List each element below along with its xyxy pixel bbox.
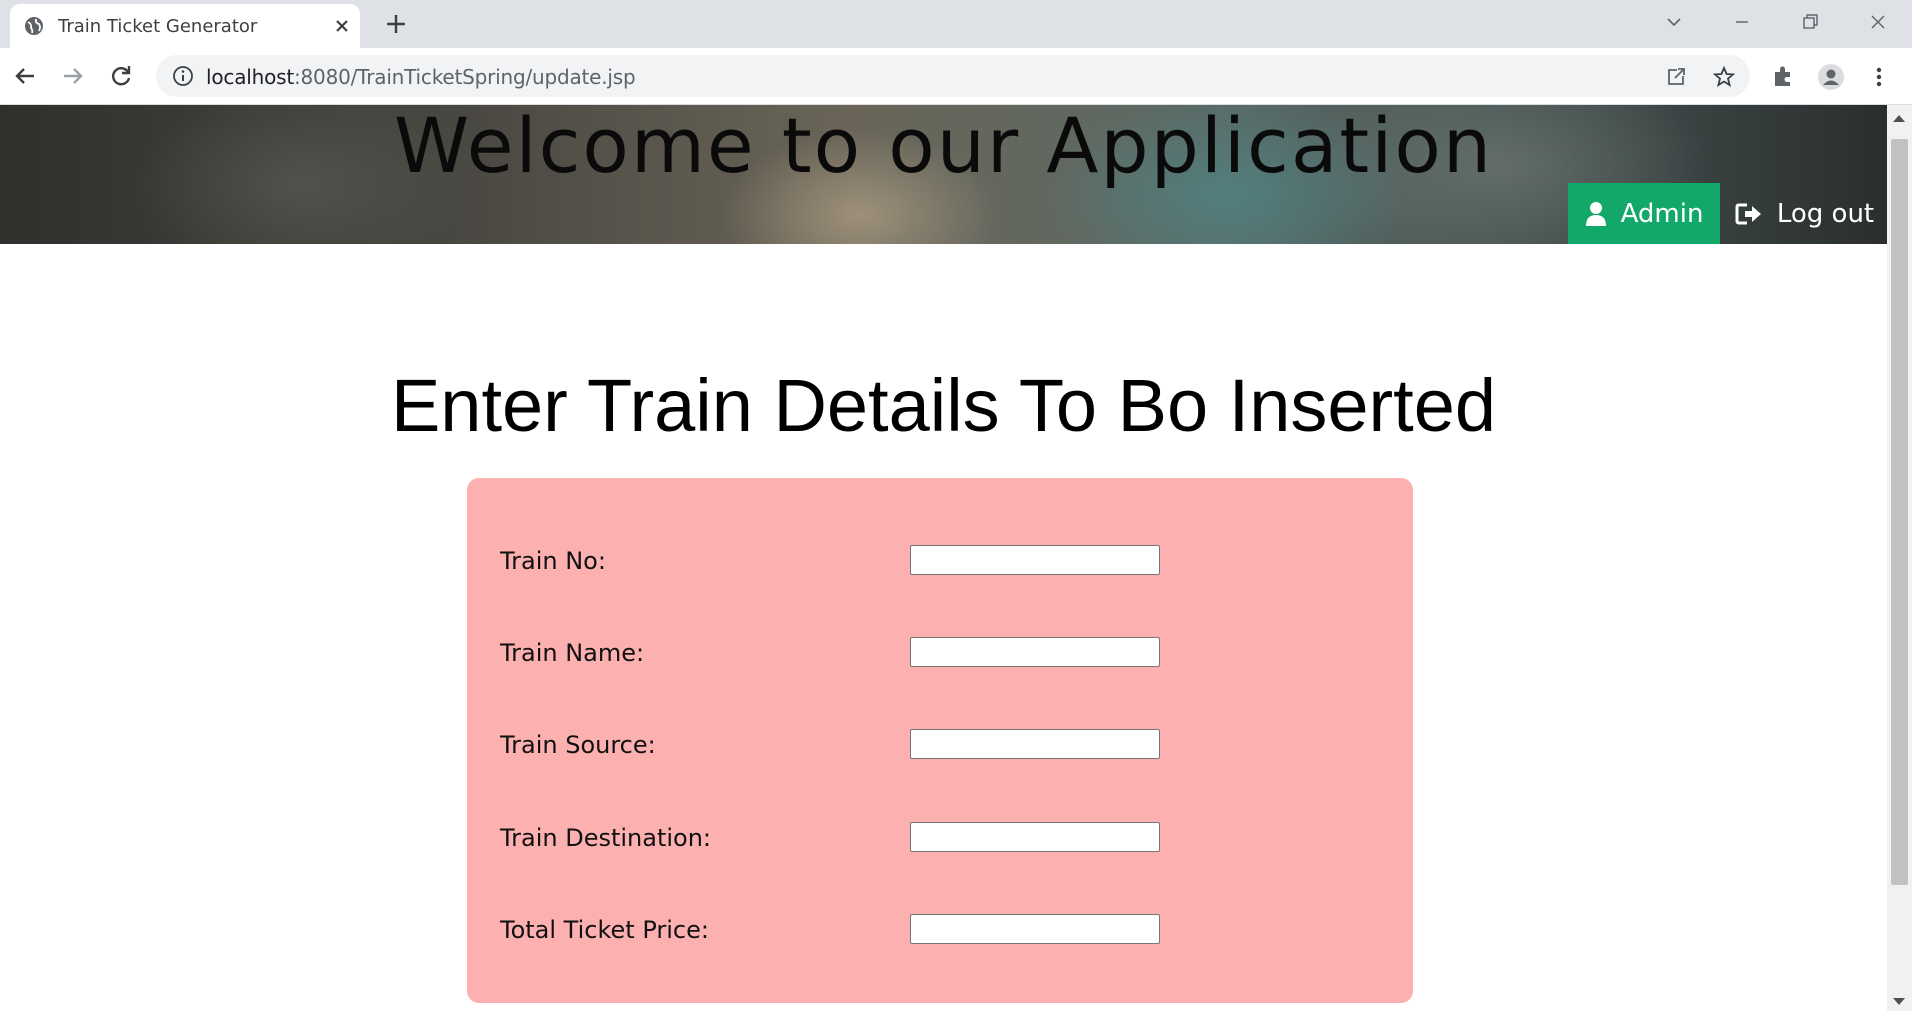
scroll-thumb[interactable] <box>1891 139 1908 885</box>
train-source-input[interactable] <box>910 729 1160 759</box>
form-row-train-no: Train No: <box>467 541 1413 581</box>
admin-button[interactable]: Admin <box>1568 183 1720 244</box>
url-text: localhost:8080/TrainTicketSpring/update.… <box>206 65 636 89</box>
share-icon[interactable] <box>1664 65 1688 89</box>
globe-icon <box>25 17 43 35</box>
url-path: :8080/TrainTicketSpring/update.jsp <box>293 65 636 89</box>
form-row-ticket-price: Total Ticket Price: <box>467 910 1413 950</box>
banner-title: Welcome to our Application <box>394 105 1493 190</box>
info-icon[interactable] <box>172 65 194 87</box>
admin-label: Admin <box>1620 198 1704 229</box>
browser-toolbar: localhost:8080/TrainTicketSpring/update.… <box>0 48 1912 105</box>
form-row-train-name: Train Name: <box>467 633 1413 673</box>
browser-tab[interactable]: Train Ticket Generator <box>10 4 360 48</box>
ticket-price-input[interactable] <box>910 914 1160 944</box>
bookmark-star-icon[interactable] <box>1712 65 1736 89</box>
sign-out-icon <box>1735 203 1761 224</box>
logout-label: Log out <box>1776 198 1875 229</box>
back-icon[interactable] <box>10 61 40 91</box>
tab-title: Train Ticket Generator <box>58 16 258 37</box>
logout-button[interactable]: Log out <box>1722 183 1887 244</box>
close-icon[interactable] <box>330 14 354 38</box>
page-title: Enter Train Details To Bo Inserted <box>390 364 1497 447</box>
form-row-train-destination: Train Destination: <box>467 818 1413 858</box>
page-viewport: Welcome to our Application Admin Log out… <box>0 105 1887 1011</box>
menu-kebab-icon[interactable] <box>1864 62 1894 92</box>
vertical-scrollbar[interactable] <box>1887 105 1912 1011</box>
minimize-icon[interactable] <box>1728 8 1756 36</box>
browser-tabstrip: Train Ticket Generator <box>0 0 1912 48</box>
header-banner: Welcome to our Application Admin Log out <box>0 105 1887 244</box>
user-icon <box>1585 201 1606 226</box>
train-no-input[interactable] <box>910 545 1160 575</box>
forward-icon[interactable] <box>58 61 88 91</box>
train-name-input[interactable] <box>910 637 1160 667</box>
scroll-down-arrow-icon[interactable] <box>1893 998 1905 1005</box>
scroll-up-arrow-icon[interactable] <box>1893 115 1905 122</box>
profile-avatar-icon[interactable] <box>1816 62 1846 92</box>
train-destination-label: Train Destination: <box>500 824 712 852</box>
form-row-train-source: Train Source: <box>467 725 1413 765</box>
ticket-price-label: Total Ticket Price: <box>500 916 709 944</box>
reload-icon[interactable] <box>106 61 136 91</box>
restore-icon[interactable] <box>1796 8 1824 36</box>
train-source-label: Train Source: <box>500 731 656 759</box>
window-close-icon[interactable] <box>1864 8 1892 36</box>
new-tab-icon[interactable] <box>382 10 410 38</box>
train-name-label: Train Name: <box>500 639 645 667</box>
address-bar[interactable]: localhost:8080/TrainTicketSpring/update.… <box>156 55 1750 97</box>
train-no-label: Train No: <box>500 547 606 575</box>
url-host: localhost <box>206 65 294 89</box>
tab-search-icon[interactable] <box>1660 8 1688 36</box>
extensions-icon[interactable] <box>1768 62 1798 92</box>
train-details-form: Train No: Train Name: Train Source: Trai… <box>467 478 1413 1003</box>
train-destination-input[interactable] <box>910 822 1160 852</box>
